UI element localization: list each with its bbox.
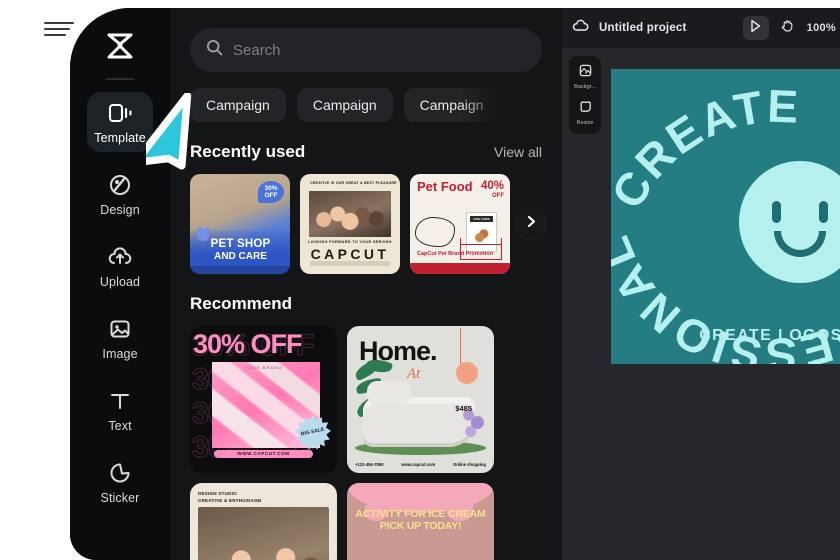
filter-chip-campaign-3[interactable]: Campaign	[403, 88, 500, 122]
card-footer-site: www.capcut.com	[401, 462, 436, 467]
pointer-tool-button[interactable]	[742, 16, 769, 40]
card-top-note: CREATIVE IS OUR GREAT & BEST PLEASURE	[310, 181, 397, 185]
template-icon	[107, 100, 133, 126]
canvas-area[interactable]: Backgr... Resize REATE ESSION CREATE LOG…	[562, 48, 840, 560]
sidebar-item-template[interactable]: Template	[87, 92, 153, 152]
upload-cloud-icon	[107, 244, 133, 270]
sidebar-item-image[interactable]: Image	[87, 308, 153, 368]
card-discount: 40%	[480, 180, 504, 192]
sidebar-item-upload[interactable]: Upload	[87, 236, 153, 296]
flower-decoration	[462, 409, 484, 439]
card-url: WWW.CAPCUT.COM	[214, 450, 313, 458]
sidebar-item-label: Sticker	[100, 491, 140, 505]
background-tool-label: Backgr...	[574, 84, 596, 90]
capcut-logo-icon[interactable]	[97, 26, 143, 66]
burst-label: BIG SALE	[300, 426, 326, 438]
hand-tool-icon	[781, 19, 794, 38]
recently-used-header: Recently used View all	[190, 142, 542, 162]
recommend-grid: 30% OFF 30% OFF 30% OFF 30% OFF 30% OFF …	[190, 326, 542, 560]
pointer-tool-icon	[749, 19, 762, 38]
background-icon	[579, 64, 592, 82]
carousel-next-button[interactable]	[516, 209, 546, 239]
filter-chip-row: Campaign Campaign Campaign	[190, 88, 542, 122]
sidebar-item-label: Design	[100, 203, 140, 217]
template-card-ice-cream[interactable]: ACTIVITY FOR ICE CREAM PICK UP TODAY!	[347, 483, 494, 560]
recommend-title: Recommend	[190, 294, 293, 313]
card-brand: YOUR BRAND	[244, 365, 283, 370]
template-card-pet-food[interactable]: Pet Food 40% OFF DOG CARE CapCut Pet Bran…	[410, 174, 510, 274]
image-icon	[107, 316, 133, 342]
template-card-home[interactable]: Home. At $485 +123-456-7890 www.capcut.c…	[347, 326, 494, 473]
design-brush-icon	[107, 172, 133, 198]
recently-used-row: 30% OFF PET SHOP AND CARE CREATIVE IS OU…	[190, 174, 546, 274]
canvas-mini-toolbar: Backgr... Resize	[569, 56, 601, 134]
search-input[interactable]: Search	[190, 28, 542, 72]
resize-tool-label: Resize	[576, 120, 594, 126]
card-title: Pet Food	[417, 179, 473, 194]
filter-chip-campaign-2[interactable]: Campaign	[296, 88, 393, 122]
card-caption-1: DESIGN STUDIO	[198, 491, 237, 496]
card-script-text: At	[407, 366, 421, 382]
card-footer-phone: +123-456-7890	[355, 462, 384, 467]
card-line-2: PICK UP TODAY!	[379, 519, 462, 532]
sidebar: Template Design Upload Image Text Sticke…	[70, 8, 170, 560]
filter-chip-campaign-1[interactable]: Campaign	[190, 88, 286, 122]
template-card-design-studio[interactable]: DESIGN STUDIO CREATIVE & ENTHUSIASM	[190, 483, 337, 560]
card-line-1: PET SHOP	[210, 238, 271, 250]
template-card-30-off[interactable]: 30% OFF 30% OFF 30% OFF 30% OFF 30% OFF …	[190, 326, 337, 473]
search-icon	[206, 39, 223, 61]
search-placeholder: Search	[233, 41, 281, 59]
sidebar-item-text[interactable]: Text	[87, 380, 153, 440]
sidebar-divider	[105, 78, 135, 80]
sidebar-item-label: Text	[108, 419, 132, 433]
app-window: Template Design Upload Image Text Sticke…	[70, 8, 840, 560]
hand-tool-button[interactable]	[775, 16, 801, 40]
card-caption: LOOKING FORWARD TO YOUR SERVING	[308, 240, 392, 244]
sidebar-item-label: Upload	[99, 275, 141, 289]
recently-used-title: Recently used	[190, 142, 306, 161]
zoom-level[interactable]: 100%	[807, 22, 836, 34]
template-browse-panel: Search Campaign Campaign Campaign Recent…	[170, 8, 562, 560]
view-all-link[interactable]: View all	[494, 144, 542, 160]
card-line-1: ACTIVITY FOR ICE CREAM	[355, 508, 486, 520]
card-price: $485	[455, 404, 472, 413]
sidebar-item-label: Image	[102, 347, 138, 361]
card-headline: 30% OFF	[193, 329, 303, 359]
card-caption-2: CREATIVE & ENTHUSIASM	[198, 498, 262, 504]
resize-icon	[579, 100, 592, 118]
template-card-capcut-photo[interactable]: CREATIVE IS OUR GREAT & BEST PLEASURE LO…	[300, 174, 400, 274]
chevron-right-icon	[526, 215, 537, 233]
editor-tools: 100%	[742, 16, 840, 40]
logo-artboard[interactable]: CREATE PROFESSIONAL	[611, 69, 840, 364]
card-discount-sub: OFF	[492, 192, 504, 199]
torn-edge-marks	[44, 22, 78, 48]
sidebar-item-design[interactable]: Design	[87, 164, 153, 224]
card-footer-note: Online shopping	[452, 462, 486, 467]
editor-topbar: Untitled project 100%	[562, 8, 840, 48]
card-wordmark: CAPCUT	[310, 246, 390, 262]
template-card-pet-shop[interactable]: 30% OFF PET SHOP AND CARE	[190, 174, 290, 274]
canvas-center-text: CREATE LOGOS	[699, 327, 840, 344]
card-box-label: DOG CARE	[470, 216, 493, 222]
screen-root: Template Design Upload Image Text Sticke…	[0, 0, 840, 560]
project-name[interactable]: Untitled project	[599, 22, 687, 34]
text-icon	[107, 388, 133, 414]
card-line-2: AND CARE	[214, 251, 267, 262]
discount-badge: 30% OFF	[258, 181, 284, 203]
sticker-icon	[107, 460, 133, 486]
background-tool[interactable]: Backgr...	[570, 62, 600, 92]
card-signature: CapCut Pet Brand Promotion	[417, 251, 494, 258]
sidebar-item-label: Template	[94, 131, 146, 145]
editor-area: Untitled project 100% Backgr... Resize R…	[562, 8, 840, 560]
cloud-save-icon[interactable]	[572, 19, 589, 38]
resize-tool[interactable]: Resize	[570, 98, 600, 128]
sidebar-item-sticker[interactable]: Sticker	[87, 452, 153, 512]
